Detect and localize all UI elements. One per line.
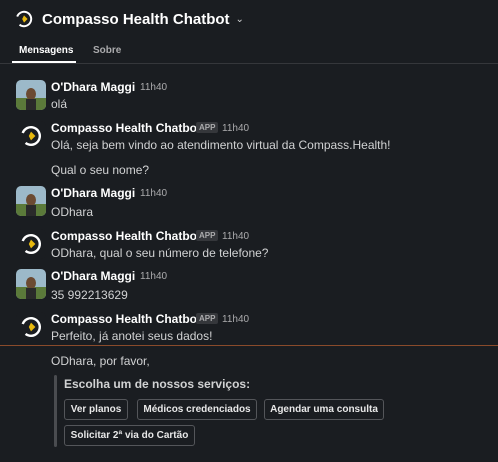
sender-name[interactable]: O'Dhara Maggi: [51, 80, 135, 94]
user-photo-icon: [16, 80, 46, 110]
timestamp[interactable]: 11h40: [222, 123, 249, 134]
attachment-bar: [54, 375, 57, 447]
message-text: ODhara: [51, 205, 94, 219]
prompt-intro: ODhara, por favor,: [51, 354, 150, 368]
channel-header: Compasso Health Chatbot ⌄: [0, 0, 498, 38]
app-title[interactable]: Compasso Health Chatbot: [42, 11, 230, 28]
app-badge: APP: [196, 122, 219, 133]
services-title: Escolha um de nossos serviços:: [64, 377, 251, 391]
tab-bar: Mensagens Sobre: [0, 38, 498, 64]
user-photo-icon: [16, 186, 46, 216]
avatar[interactable]: [16, 312, 46, 342]
sender-name[interactable]: O'Dhara Maggi: [51, 186, 135, 200]
avatar[interactable]: [16, 186, 46, 216]
message-text: 35 992213629: [51, 288, 128, 302]
new-messages-divider: [0, 345, 498, 346]
app-badge: APP: [196, 313, 219, 324]
medicos-credenciados-button[interactable]: Médicos credenciados: [137, 399, 257, 420]
compasso-logo-icon: [20, 316, 42, 338]
compasso-logo-icon: [15, 10, 33, 28]
message-text: Qual o seu nome?: [51, 163, 150, 177]
avatar[interactable]: [16, 229, 46, 259]
message-text: Olá, seja bem vindo ao atendimento virtu…: [51, 138, 391, 152]
message-text: olá: [51, 97, 68, 111]
user-photo-icon: [16, 269, 46, 299]
sender-name[interactable]: Compasso Health Chatbot: [51, 229, 201, 243]
tab-sobre[interactable]: Sobre: [93, 45, 121, 56]
avatar[interactable]: [16, 80, 46, 110]
avatar[interactable]: [16, 269, 46, 299]
timestamp[interactable]: 11h40: [140, 188, 167, 199]
avatar[interactable]: [16, 121, 46, 151]
agendar-consulta-button[interactable]: Agendar uma consulta: [264, 399, 384, 420]
compasso-logo-icon: [20, 125, 42, 147]
solicitar-cartao-button[interactable]: Solicitar 2ª via do Cartão: [64, 425, 195, 446]
ver-planos-button[interactable]: Ver planos: [64, 399, 128, 420]
sender-name[interactable]: O'Dhara Maggi: [51, 269, 135, 283]
timestamp[interactable]: 11h40: [140, 82, 167, 93]
timestamp[interactable]: 11h40: [140, 271, 167, 282]
compasso-logo-icon: [20, 233, 42, 255]
app-badge: APP: [196, 230, 219, 241]
timestamp[interactable]: 11h40: [222, 231, 249, 242]
sender-name[interactable]: Compasso Health Chatbot: [51, 312, 201, 326]
sender-name[interactable]: Compasso Health Chatbot: [51, 121, 201, 135]
active-tab-indicator: [12, 61, 76, 63]
chevron-down-icon[interactable]: ⌄: [236, 14, 244, 25]
tab-mensagens[interactable]: Mensagens: [19, 45, 73, 56]
message-text: Perfeito, já anotei seus dados!: [51, 329, 213, 343]
message-text: ODhara, qual o seu número de telefone?: [51, 246, 269, 260]
timestamp[interactable]: 11h40: [222, 314, 249, 325]
